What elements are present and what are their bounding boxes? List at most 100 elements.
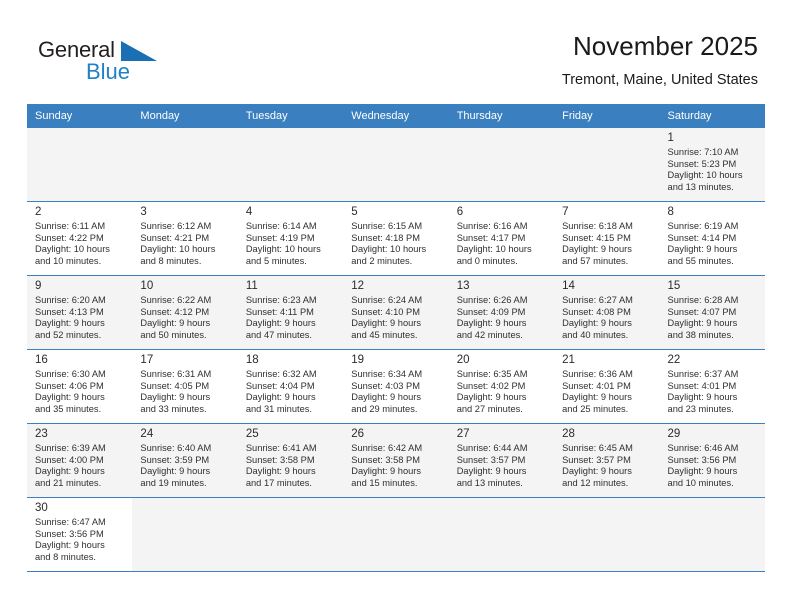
page-subtitle-location: Tremont, Maine, United States <box>561 72 758 88</box>
daylight-text-line2: and 10 minutes. <box>35 255 102 266</box>
day-cell-content: 1 Sunrise: 7:10 AM Sunset: 5:23 PM Daylight… <box>659 128 765 201</box>
day-cell-content: 22 Sunrise: 6:37 AM Sunset: 4:01 PM Dayligh… <box>659 350 765 423</box>
day-sun-info: Sunrise: 6:16 AM Sunset: 4:17 PM Daylight:… <box>457 221 547 267</box>
sunset-text: Sunset: 4:01 PM <box>667 380 737 391</box>
daylight-text-line2: and 55 minutes. <box>667 255 734 266</box>
daylight-text-line1: Daylight: 9 hours <box>245 392 316 403</box>
day-sun-info: Sunrise: 6:44 AM Sunset: 3:57 PM Daylight:… <box>457 443 547 489</box>
sunrise-text: Sunrise: 6:36 AM <box>562 369 633 379</box>
sunset-text: Sunset: 4:07 PM <box>667 306 737 317</box>
sunset-text: Sunset: 4:18 PM <box>351 232 420 243</box>
sunrise-text: Sunrise: 6:16 AM <box>456 221 528 231</box>
calendar-day-cell[interactable]: 29 Sunrise: 6:46 AM Sunset: 3:56 PM Dayligh… <box>659 423 765 498</box>
daylight-text-line1: Daylight: 9 hours <box>35 318 105 329</box>
calendar-day-cell[interactable]: 7 Sunrise: 6:18 AM Sunset: 4:15 PM Daylight… <box>554 201 660 276</box>
day-cell-content: 14 Sunrise: 6:27 AM Sunset: 4:08 PM Dayligh… <box>554 276 660 349</box>
daylight-text-line1: Daylight: 9 hours <box>245 466 316 477</box>
empty-cell-content <box>554 128 660 201</box>
sunset-text: Sunset: 4:02 PM <box>456 380 526 391</box>
sunrise-text: Sunrise: 6:46 AM <box>667 443 739 453</box>
calendar-day-cell[interactable]: 13 Sunrise: 6:26 AM Sunset: 4:09 PM Dayligh… <box>448 275 555 350</box>
calendar-day-cell[interactable]: 4 Sunrise: 6:14 AM Sunset: 4:19 PM Daylight… <box>237 201 344 276</box>
calendar-day-cell[interactable]: 14 Sunrise: 6:27 AM Sunset: 4:08 PM Dayligh… <box>554 275 660 350</box>
sunrise-text: Sunrise: 6:35 AM <box>456 369 528 379</box>
day-cell-content: 12 Sunrise: 6:24 AM Sunset: 4:10 PM Dayligh… <box>343 276 449 349</box>
sunrise-text: Sunrise: 6:27 AM <box>562 295 633 305</box>
empty-cell-content <box>237 498 344 571</box>
daylight-text-line2: and 27 minutes. <box>456 403 523 414</box>
calendar-day-cell[interactable]: 22 Sunrise: 6:37 AM Sunset: 4:01 PM Dayligh… <box>659 349 765 424</box>
empty-cell-content <box>132 128 238 201</box>
calendar-day-cell[interactable]: 25 Sunrise: 6:41 AM Sunset: 3:58 PM Dayligh… <box>237 423 344 498</box>
calendar-day-cell[interactable]: 3 Sunrise: 6:12 AM Sunset: 4:21 PM Daylight… <box>132 201 238 276</box>
daylight-text-line2: and 35 minutes. <box>35 403 102 414</box>
calendar-day-cell[interactable]: 16 Sunrise: 6:30 AM Sunset: 4:06 PM Dayligh… <box>27 349 133 424</box>
daylight-text-line2: and 17 minutes. <box>245 477 312 488</box>
daylight-text-line2: and 29 minutes. <box>351 403 418 414</box>
calendar-page: General Blue November 2025 Tremont, Main… <box>0 0 792 612</box>
day-sun-info: Sunrise: 6:41 AM Sunset: 3:58 PM Daylight:… <box>246 443 336 489</box>
day-number: 25 <box>245 428 259 440</box>
calendar-day-cell[interactable]: 24 Sunrise: 6:40 AM Sunset: 3:59 PM Dayligh… <box>132 423 238 498</box>
sunset-text: Sunset: 3:56 PM <box>667 454 737 465</box>
sunset-text: Sunset: 4:10 PM <box>351 306 420 317</box>
sunrise-text: Sunrise: 7:10 AM <box>667 147 739 157</box>
calendar-day-cell[interactable]: 10 Sunrise: 6:22 AM Sunset: 4:12 PM Dayligh… <box>132 275 238 350</box>
calendar-day-cell-empty <box>554 497 660 572</box>
calendar-day-cell[interactable]: 26 Sunrise: 6:42 AM Sunset: 3:58 PM Dayligh… <box>343 423 449 498</box>
calendar-day-cell[interactable]: 27 Sunrise: 6:44 AM Sunset: 3:57 PM Dayligh… <box>448 423 555 498</box>
calendar-week-row: 2 Sunrise: 6:11 AM Sunset: 4:22 PM Daylight… <box>27 201 765 276</box>
day-number: 12 <box>351 280 365 292</box>
day-cell-content: 3 Sunrise: 6:12 AM Sunset: 4:21 PM Daylight… <box>132 202 238 275</box>
calendar-day-cell[interactable]: 8 Sunrise: 6:19 AM Sunset: 4:14 PM Daylight… <box>659 201 765 276</box>
daylight-text-line1: Daylight: 9 hours <box>667 392 738 403</box>
calendar-day-cell[interactable]: 18 Sunrise: 6:32 AM Sunset: 4:04 PM Dayligh… <box>237 349 344 424</box>
day-number: 27 <box>456 428 470 440</box>
day-number: 6 <box>456 206 464 218</box>
weekday-header-tuesday: Tuesday <box>237 104 344 128</box>
sunset-text: Sunset: 4:15 PM <box>562 232 631 243</box>
daylight-text-line2: and 8 minutes. <box>140 255 202 266</box>
daylight-text-line2: and 38 minutes. <box>667 329 734 340</box>
calendar-day-cell[interactable]: 20 Sunrise: 6:35 AM Sunset: 4:02 PM Dayligh… <box>448 349 555 424</box>
sunrise-text: Sunrise: 6:32 AM <box>245 369 317 379</box>
sunrise-text: Sunrise: 6:24 AM <box>351 295 423 305</box>
daylight-text-line2: and 15 minutes. <box>351 477 418 488</box>
weekday-header-monday: Monday <box>132 104 238 128</box>
calendar-day-cell[interactable]: 21 Sunrise: 6:36 AM Sunset: 4:01 PM Dayligh… <box>554 349 660 424</box>
sunset-text: Sunset: 4:19 PM <box>245 232 315 243</box>
empty-cell-content <box>237 128 344 201</box>
page-header: General Blue November 2025 Tremont, Main… <box>0 0 792 104</box>
calendar-day-cell[interactable]: 5 Sunrise: 6:15 AM Sunset: 4:18 PM Daylight… <box>343 201 449 276</box>
daylight-text-line1: Daylight: 10 hours <box>35 244 110 255</box>
calendar-day-cell[interactable]: 6 Sunrise: 6:16 AM Sunset: 4:17 PM Daylight… <box>448 201 555 276</box>
calendar-day-cell[interactable]: 1 Sunrise: 7:10 AM Sunset: 5:23 PM Daylight… <box>659 128 765 202</box>
general-blue-logo[interactable]: General Blue <box>38 38 198 88</box>
day-number: 28 <box>562 428 575 440</box>
day-sun-info: Sunrise: 6:36 AM Sunset: 4:01 PM Daylight:… <box>562 369 652 415</box>
sunrise-text: Sunrise: 6:34 AM <box>351 369 423 379</box>
calendar-day-cell[interactable]: 2 Sunrise: 6:11 AM Sunset: 4:22 PM Daylight… <box>27 201 133 276</box>
daylight-text-line1: Daylight: 9 hours <box>562 392 632 403</box>
day-number: 1 <box>667 132 674 144</box>
empty-cell-content <box>343 498 449 571</box>
calendar-day-cell[interactable]: 12 Sunrise: 6:24 AM Sunset: 4:10 PM Dayligh… <box>343 275 449 350</box>
calendar-day-cell[interactable]: 30 Sunrise: 6:47 AM Sunset: 3:56 PM Dayligh… <box>27 497 133 572</box>
day-number: 19 <box>351 354 365 366</box>
calendar-day-cell-empty <box>448 497 555 572</box>
calendar-week-row: 9 Sunrise: 6:20 AM Sunset: 4:13 PM Daylight… <box>27 275 765 350</box>
calendar-day-cell[interactable]: 11 Sunrise: 6:23 AM Sunset: 4:11 PM Dayligh… <box>237 275 344 350</box>
calendar-day-cell[interactable]: 23 Sunrise: 6:39 AM Sunset: 4:00 PM Dayligh… <box>27 423 133 498</box>
calendar-day-cell[interactable]: 15 Sunrise: 6:28 AM Sunset: 4:07 PM Dayligh… <box>659 275 765 350</box>
sunset-text: Sunset: 3:58 PM <box>351 454 420 465</box>
daylight-text-line1: Daylight: 9 hours <box>35 392 105 403</box>
sunset-text: Sunset: 3:58 PM <box>245 454 315 465</box>
sunset-text: Sunset: 4:00 PM <box>35 454 104 465</box>
daylight-text-line2: and 33 minutes. <box>140 403 207 414</box>
sunrise-text: Sunrise: 6:19 AM <box>667 221 739 231</box>
calendar-day-cell[interactable]: 17 Sunrise: 6:31 AM Sunset: 4:05 PM Dayligh… <box>132 349 238 424</box>
day-number: 15 <box>667 280 681 292</box>
calendar-day-cell[interactable]: 9 Sunrise: 6:20 AM Sunset: 4:13 PM Daylight… <box>27 275 133 350</box>
calendar-day-cell[interactable]: 19 Sunrise: 6:34 AM Sunset: 4:03 PM Dayligh… <box>343 349 449 424</box>
calendar-day-cell[interactable]: 28 Sunrise: 6:45 AM Sunset: 3:57 PM Dayligh… <box>554 423 660 498</box>
